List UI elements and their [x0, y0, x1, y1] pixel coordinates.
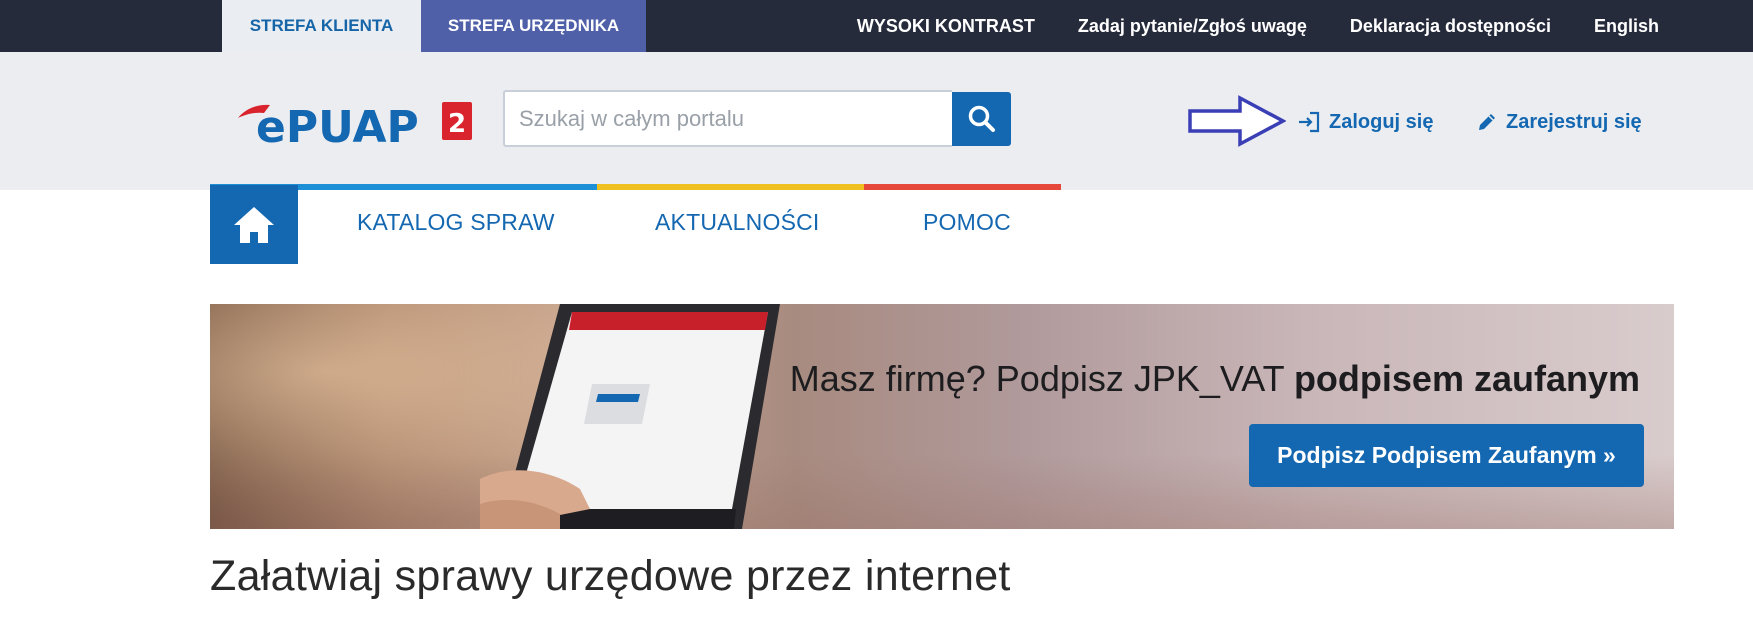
search-icon: [968, 105, 995, 132]
pencil-icon: [1479, 114, 1495, 130]
english-link[interactable]: English: [1594, 16, 1659, 37]
search-button[interactable]: [952, 92, 1011, 146]
ask-question-link[interactable]: Zadaj pytanie/Zgłoś uwagę: [1078, 16, 1307, 37]
banner-title-regular: Masz firmę? Podpisz JPK_VAT: [789, 358, 1294, 399]
tab-official-zone[interactable]: STREFA URZĘDNIKA: [421, 0, 646, 52]
high-contrast-link[interactable]: WYSOKI KONTRAST: [857, 16, 1035, 37]
search-input[interactable]: [505, 92, 952, 145]
home-icon: [234, 206, 274, 243]
nav-item-pomoc[interactable]: POMOC: [923, 209, 1011, 236]
banner-title-bold: podpisem zaufanym: [1293, 358, 1640, 399]
register-label: Zarejestruj się: [1506, 110, 1642, 133]
logo-text: ePUAP: [256, 102, 419, 150]
nav-stripe-red: [864, 184, 1061, 190]
search-field: [503, 90, 952, 147]
epuap-logo[interactable]: ePUAP 2: [236, 96, 472, 150]
pointer-arrow-icon: [1188, 95, 1286, 147]
sign-trusted-profile-button[interactable]: Podpisz Podpisem Zaufanym »: [1249, 424, 1644, 487]
logo-badge: 2: [448, 109, 466, 139]
promo-banner: Masz firmę? Podpisz JPK_VAT podpisem zau…: [210, 304, 1674, 529]
header: ePUAP 2 Zaloguj się Zarejestruj się: [0, 52, 1753, 190]
laptop-image: [480, 304, 780, 529]
top-bar: STREFA KLIENTA STREFA URZĘDNIKA WYSOKI K…: [0, 0, 1753, 52]
banner-title: Masz firmę? Podpisz JPK_VAT podpisem zau…: [790, 358, 1640, 400]
tab-client-zone[interactable]: STREFA KLIENTA: [222, 0, 421, 52]
accessibility-declaration-link[interactable]: Deklaracja dostępności: [1350, 16, 1551, 37]
login-label: Zaloguj się: [1329, 110, 1434, 133]
top-links: WYSOKI KONTRAST Zadaj pytanie/Zgłoś uwag…: [857, 0, 1659, 52]
login-icon: [1299, 111, 1320, 133]
nav-item-aktualnosci[interactable]: AKTUALNOŚCI: [655, 209, 820, 236]
nav-item-katalog-spraw[interactable]: KATALOG SPRAW: [357, 209, 555, 236]
login-link[interactable]: Zaloguj się: [1297, 107, 1433, 137]
register-link[interactable]: Zarejestruj się: [1476, 107, 1642, 137]
nav-stripe-yellow: [597, 184, 864, 190]
home-button[interactable]: [210, 185, 298, 264]
page-headline: Załatwiaj sprawy urzędowe przez internet: [210, 552, 1011, 600]
